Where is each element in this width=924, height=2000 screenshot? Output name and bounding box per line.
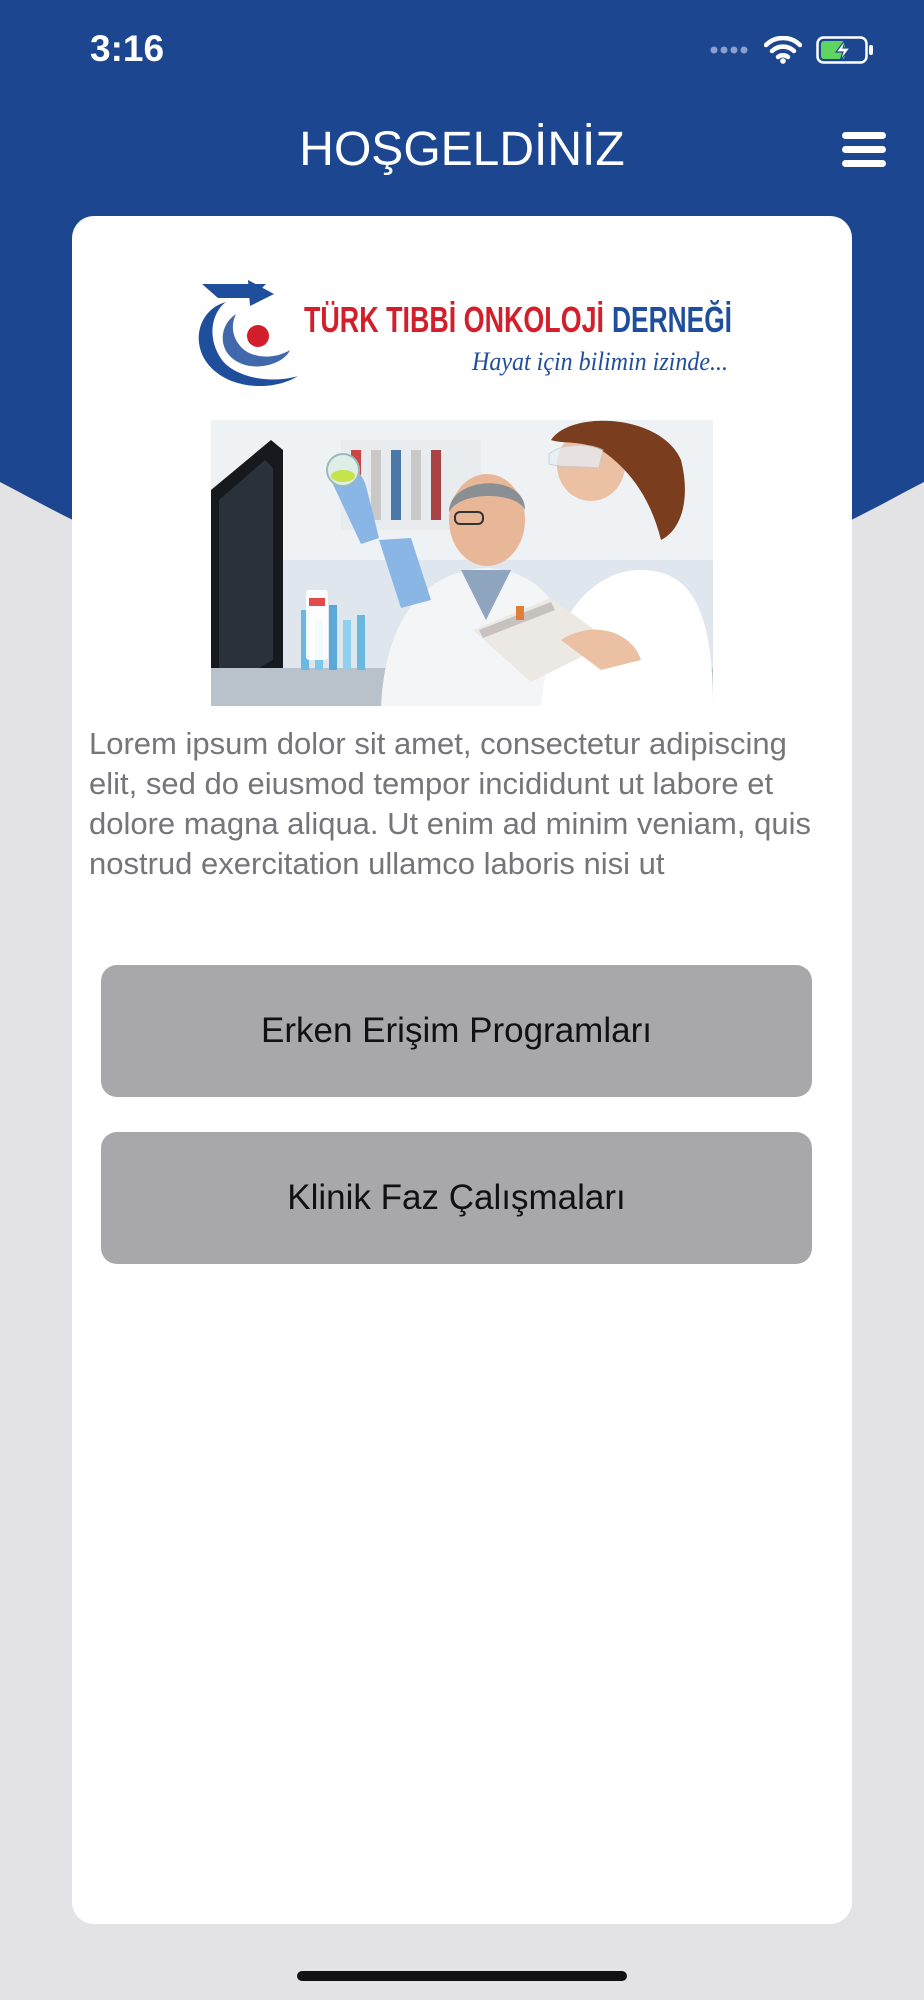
- page-title: HOŞGELDİNİZ: [299, 123, 625, 176]
- battery-charging-icon: [816, 36, 873, 64]
- svg-text:DERNEĞİ: DERNEĞİ: [612, 299, 732, 340]
- content-card: TÜRK TIBBİ ONKOLOJİ DERNEĞİ Hayat için b…: [72, 216, 852, 1924]
- early-access-programs-button[interactable]: Erken Erişim Programları: [101, 965, 812, 1097]
- signal-dots-icon: [710, 46, 748, 54]
- hamburger-menu-icon: [842, 132, 886, 139]
- svg-text:TÜRK TIBBİ ONKOLOJİ: TÜRK TIBBİ ONKOLOJİ: [304, 299, 604, 340]
- svg-text:Hayat için bilimin izinde...: Hayat için bilimin izinde...: [471, 347, 728, 376]
- clinical-phase-studies-button[interactable]: Klinik Faz Çalışmaları: [101, 1132, 812, 1264]
- hamburger-menu-button[interactable]: [838, 128, 890, 172]
- hamburger-menu-icon-line: [842, 160, 886, 167]
- organization-logo: TÜRK TIBBİ ONKOLOJİ DERNEĞİ Hayat için b…: [198, 280, 732, 387]
- hamburger-menu-icon-line: [842, 146, 886, 153]
- intro-text: Lorem ipsum dolor sit amet, consectetur …: [89, 726, 811, 881]
- hero-lab-image: [211, 420, 713, 706]
- status-bar-icons: [710, 34, 874, 66]
- wifi-icon: [764, 36, 802, 64]
- status-bar-time: 3:16: [90, 28, 165, 69]
- home-indicator[interactable]: [297, 1971, 627, 1981]
